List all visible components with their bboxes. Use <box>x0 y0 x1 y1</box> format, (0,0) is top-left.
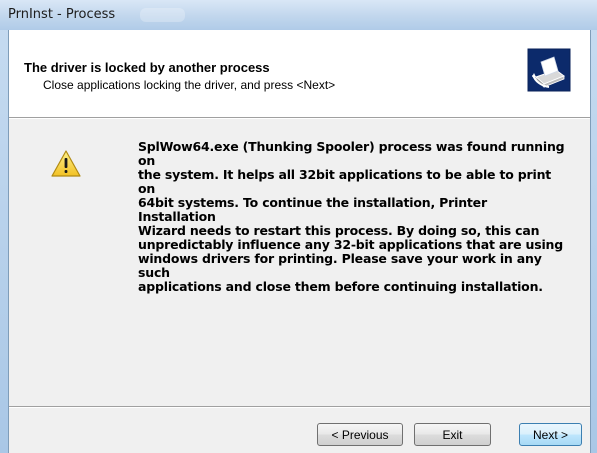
message-line: 64bit systems. To continue the installat… <box>138 195 487 224</box>
header-subtitle: Close applications locking the driver, a… <box>43 78 336 92</box>
printer-install-icon <box>527 48 571 92</box>
wizard-window: PrnInst - Process The driver is locked b… <box>0 0 597 453</box>
warning-icon <box>51 150 81 177</box>
header-divider <box>9 117 590 119</box>
footer-divider <box>9 406 590 408</box>
previous-button[interactable]: < Previous <box>317 423 403 446</box>
message-line: the system. It helps all 32bit applicati… <box>138 167 552 196</box>
window-title: PrnInst - Process <box>8 7 116 22</box>
exit-button[interactable]: Exit <box>414 423 491 446</box>
wizard-client-area: The driver is locked by another process … <box>8 30 591 453</box>
header-title: The driver is locked by another process <box>24 60 270 75</box>
message-line: applications and close them before conti… <box>138 279 543 294</box>
title-bar[interactable]: PrnInst - Process <box>0 0 597 30</box>
wizard-header: The driver is locked by another process … <box>9 30 590 117</box>
next-button[interactable]: Next > <box>519 423 582 446</box>
message-line: Wizard needs to restart this process. By… <box>138 223 540 238</box>
message-line: SplWow64.exe (Thunking Spooler) process … <box>138 139 565 168</box>
title-bar-glow <box>140 8 185 22</box>
warning-message: SplWow64.exe (Thunking Spooler) process … <box>138 140 568 294</box>
message-line: unpredictably influence any 32-bit appli… <box>138 237 563 252</box>
message-line: windows drivers for printing. Please sav… <box>138 251 542 280</box>
